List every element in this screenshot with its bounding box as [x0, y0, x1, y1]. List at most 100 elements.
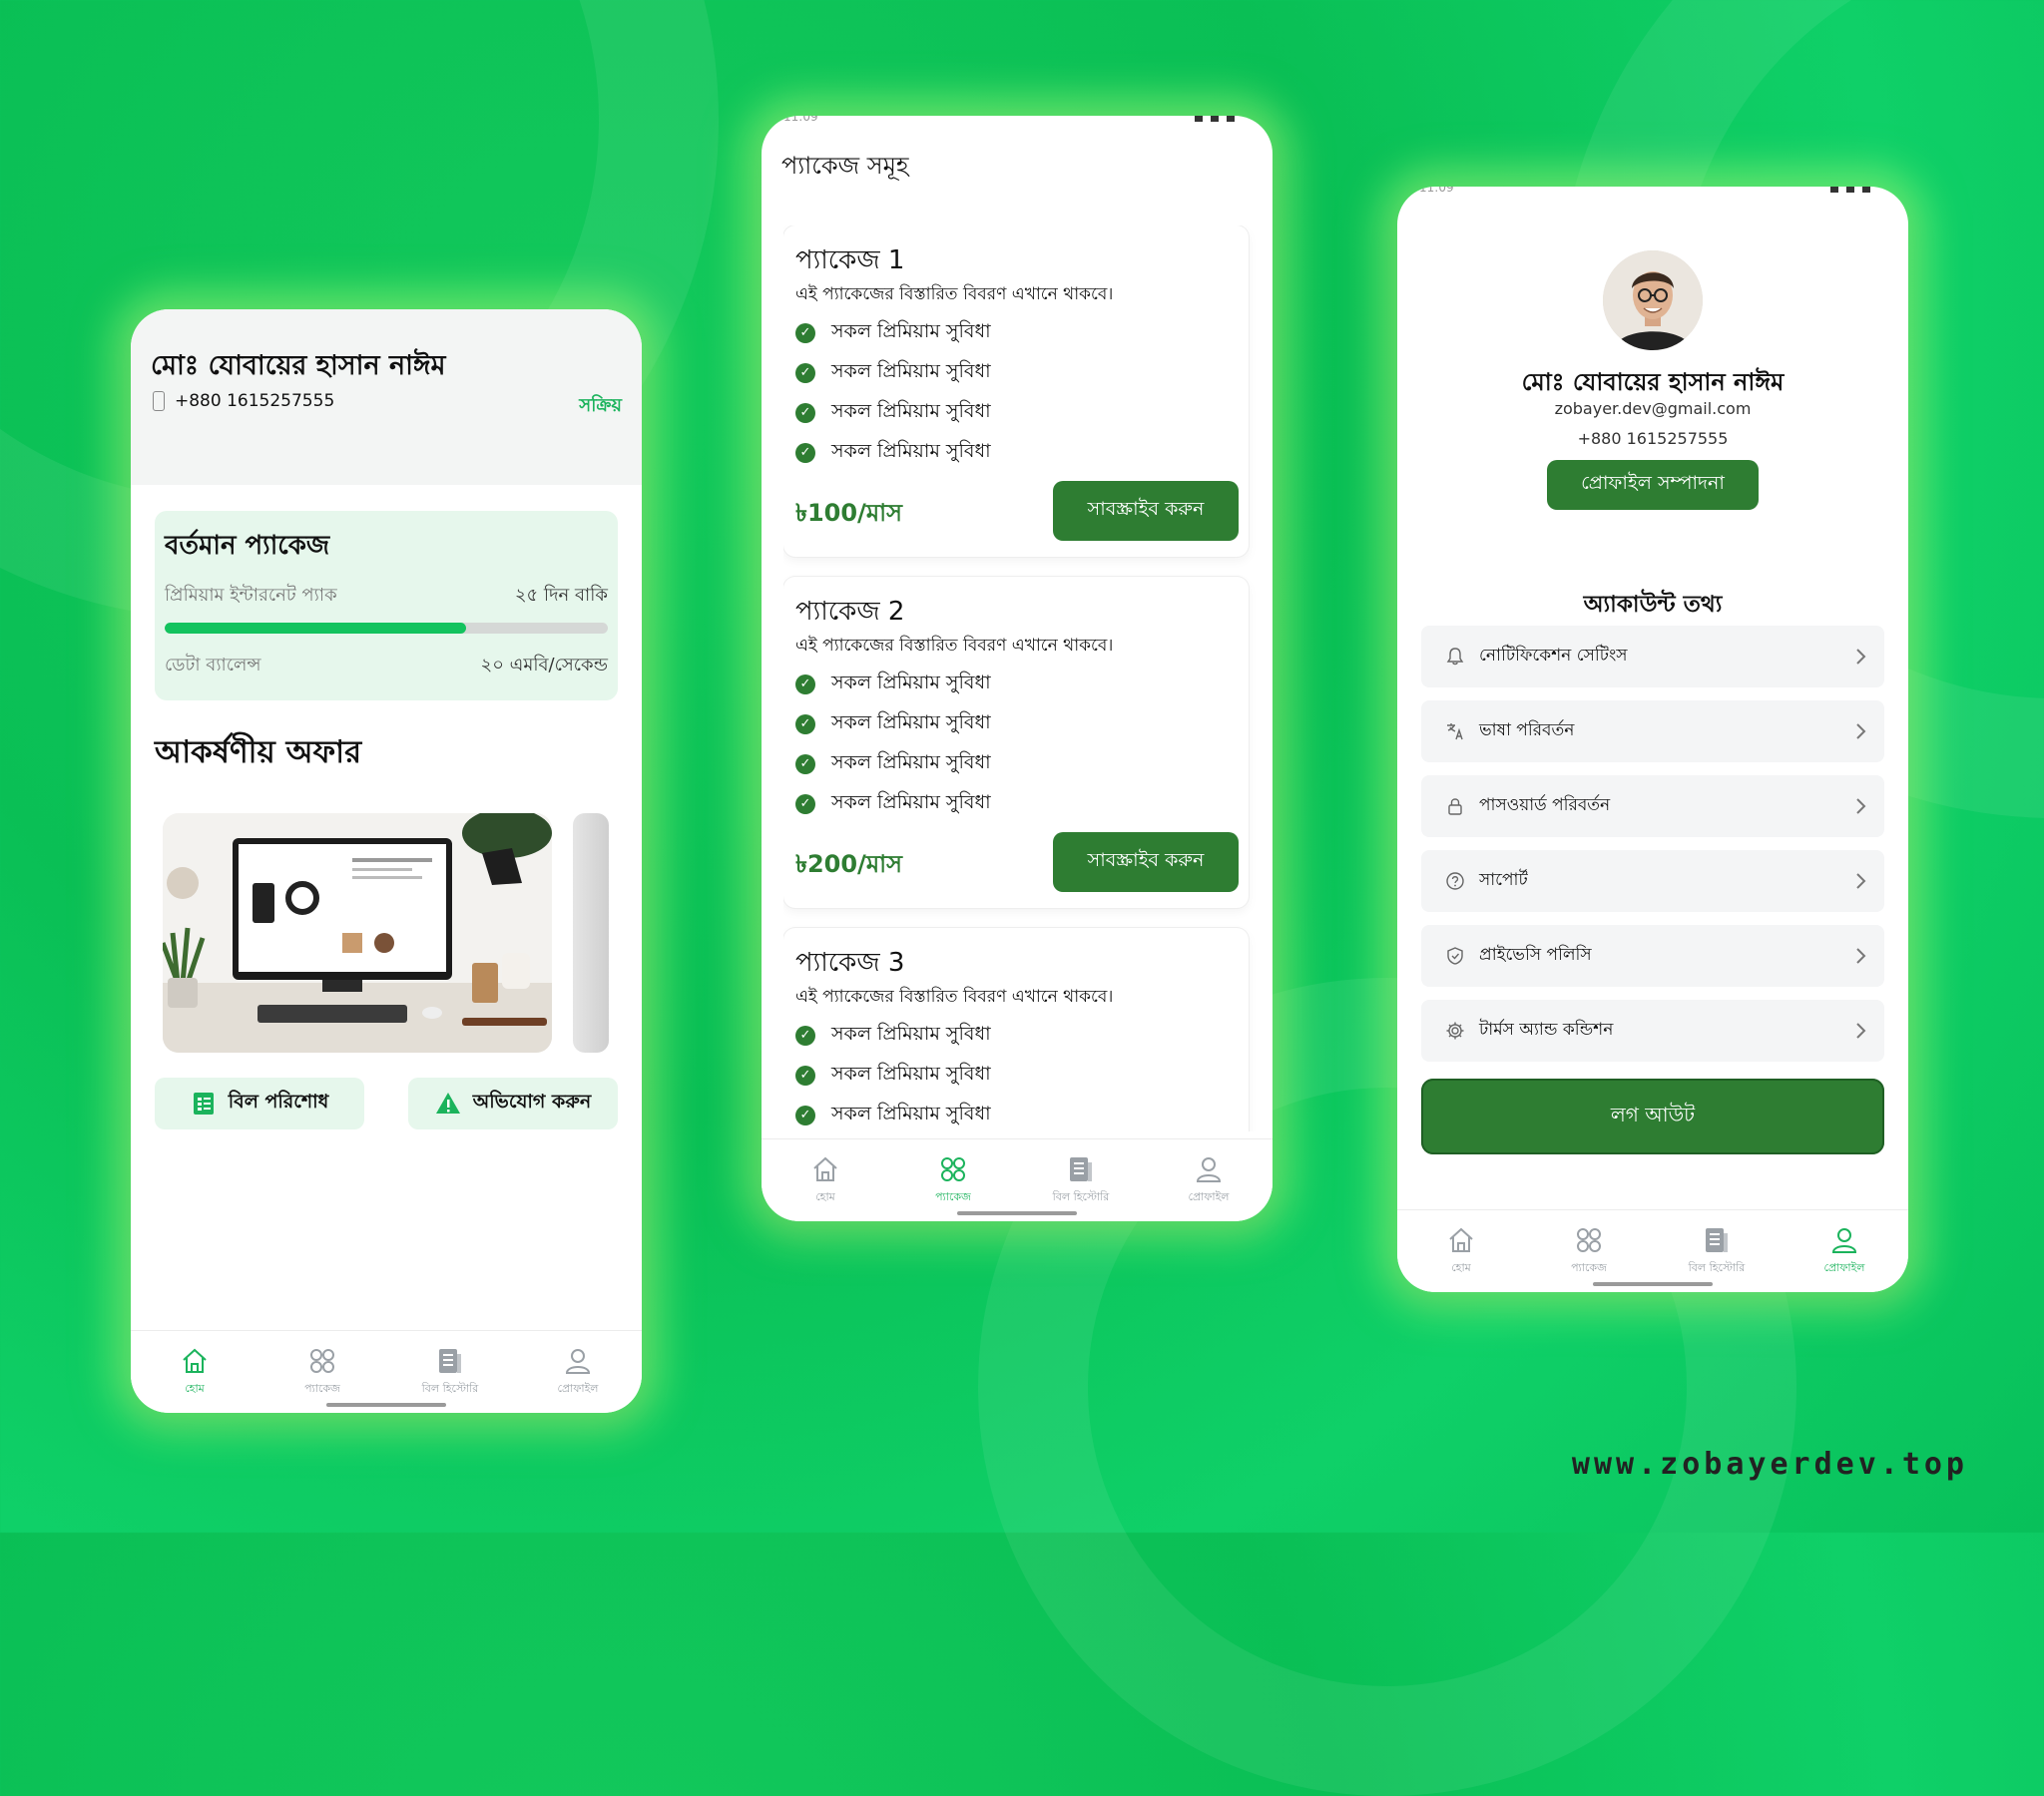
profile-icon: [1196, 1156, 1222, 1182]
feature-label: সকল প্রিমিয়াম সুবিধা: [831, 751, 991, 773]
nav-profile[interactable]: প্রোফাইল: [1145, 1139, 1273, 1221]
home-icon: [813, 1156, 837, 1181]
pay-bill-button[interactable]: বিল পরিশোধ: [155, 1078, 364, 1129]
settings-item-label: সাপোর্ট: [1479, 870, 1528, 890]
current-package-card[interactable]: বর্তমান প্যাকেজ প্রিমিয়াম ইন্টারনেট প্য…: [155, 511, 618, 700]
nav-profile-label: প্রোফাইল: [1188, 1189, 1230, 1203]
package-card: প্যাকেজ 3 এই প্যাকেজের বিস্তারিত বিবরণ এ…: [783, 928, 1249, 1131]
help-icon: [1446, 872, 1464, 890]
receipt-icon: [439, 1348, 461, 1373]
chevron-right-icon: [1856, 798, 1866, 814]
receipt-icon: [1070, 1156, 1092, 1181]
home-icon: [1449, 1227, 1473, 1252]
feature-label: সকল প্রিমিয়াম সুবিধা: [831, 791, 991, 813]
package-name: প্যাকেজ 3: [795, 948, 905, 978]
check-icon: ✓: [795, 714, 815, 734]
user-phone: +880 1615257555: [1577, 429, 1729, 448]
status-badge: সক্রিয়: [579, 395, 622, 416]
settings-item-password[interactable]: পাসওয়ার্ড পরিবর্তন: [1421, 775, 1884, 837]
feature-label: সকল প্রিমিয়াম সুবিধা: [831, 400, 991, 422]
home-icon: [183, 1348, 207, 1373]
offer-banner-image[interactable]: [163, 813, 552, 1053]
chevron-right-icon: [1856, 948, 1866, 964]
days-left: ২৫ দিন বাকি: [514, 585, 608, 606]
nav-home[interactable]: হোম: [1397, 1210, 1525, 1292]
nav-bill-history-label: বিল হিস্টোরি: [1688, 1260, 1746, 1274]
feature-label: সকল প্রিমিয়াম সুবিধা: [831, 1063, 991, 1085]
grid-icon: [310, 1348, 334, 1373]
status-time: 11:09: [1419, 187, 1454, 195]
package-list[interactable]: প্যাকেজ 1 এই প্যাকেজের বিস্তারিত বিবরণ এ…: [783, 225, 1259, 1131]
signal-icon: [1830, 187, 1870, 193]
bill-icon: [193, 1093, 214, 1115]
chevron-right-icon: [1856, 1023, 1866, 1039]
edit-profile-button[interactable]: প্রোফাইল সম্পাদনা: [1547, 460, 1759, 510]
logout-button[interactable]: লগ আউট: [1421, 1079, 1884, 1154]
nav-profile[interactable]: প্রোফাইল: [1781, 1210, 1908, 1292]
nav-packages-label: প্যাকেজ: [304, 1381, 340, 1395]
signal-icon: [1195, 116, 1235, 122]
lock-icon: [1448, 798, 1462, 815]
check-icon: ✓: [795, 403, 815, 423]
feature-item: ✓ সকল প্রিমিয়াম সুবিধা: [795, 437, 991, 469]
profile-icon: [565, 1348, 591, 1374]
nav-packages[interactable]: প্যাকেজ: [889, 1139, 1017, 1221]
settings-item-language[interactable]: ভাষা পরিবর্তন: [1421, 700, 1884, 762]
nav-bill-history-label: বিল হিস্টোরি: [421, 1381, 479, 1395]
nav-packages[interactable]: প্যাকেজ: [1525, 1210, 1653, 1292]
avatar[interactable]: [1603, 250, 1703, 350]
nav-profile[interactable]: প্রোফাইল: [514, 1331, 642, 1413]
settings-item-label: টার্মস অ্যান্ড কন্ডিশন: [1479, 1020, 1614, 1040]
complaint-label: অভিযোগ করুন: [472, 1091, 592, 1113]
packages-screen: 11:09 প্যাকেজ সমূহ প্যাকেজ 1 এই প্যাকেজে…: [762, 116, 1273, 1221]
account-info-title: অ্যাকাউন্ট তথ্য: [1583, 592, 1723, 618]
subscribe-button[interactable]: সাবস্ক্রাইব করুন: [1053, 481, 1239, 541]
package-name: প্যাকেজ 1: [795, 245, 905, 275]
offers-title: আকর্ষণীয় অফার: [155, 734, 362, 770]
nav-packages[interactable]: প্যাকেজ: [258, 1331, 386, 1413]
feature-item: ✓ সকল প্রিমিয়াম সুবিধা: [795, 1060, 991, 1092]
nav-home-label: হোম: [185, 1381, 205, 1395]
user-email: zobayer.dev@gmail.com: [1554, 399, 1752, 418]
settings-item-support[interactable]: সাপোর্ট: [1421, 850, 1884, 912]
feature-item: ✓ সকল প্রিমিয়াম সুবিধা: [795, 317, 991, 349]
feature-item: ✓ সকল প্রিমিয়াম সুবিধা: [795, 788, 991, 820]
check-icon: ✓: [795, 754, 815, 774]
feature-item: ✓ সকল প্রিমিয়াম সুবিধা: [795, 669, 991, 700]
chevron-right-icon: [1856, 723, 1866, 739]
warning-icon: [435, 1093, 460, 1114]
nav-bill-history[interactable]: বিল হিস্টোরি: [386, 1331, 514, 1413]
nav-home[interactable]: হোম: [762, 1139, 889, 1221]
phone-icon: [153, 391, 165, 411]
package-name: প্রিমিয়াম ইন্টারনেট প্যাক: [165, 585, 337, 606]
grid-icon: [1577, 1227, 1601, 1252]
feature-label: সকল প্রিমিয়াম সুবিধা: [831, 440, 991, 462]
translate-icon: [1447, 723, 1463, 740]
settings-item-notifications[interactable]: নোটিফিকেশন সেটিংস: [1421, 626, 1884, 687]
bell-icon: [1446, 648, 1464, 666]
feature-label: সকল প্রিমিয়াম সুবিধা: [831, 360, 991, 382]
home-indicator: [1593, 1282, 1713, 1286]
package-progress-fill: [165, 623, 466, 634]
nav-bill-history[interactable]: বিল হিস্টোরি: [1017, 1139, 1145, 1221]
check-icon: ✓: [795, 363, 815, 383]
shield-icon: [1447, 947, 1463, 965]
settings-item-terms[interactable]: টার্মস অ্যান্ড কন্ডিশন: [1421, 1000, 1884, 1062]
user-phone: +880 1615257555: [153, 391, 334, 411]
check-icon: ✓: [795, 1026, 815, 1046]
bottom-nav: হোম প্যাকেজ বিল হিস্টোরি প্রোফাইল: [131, 1330, 642, 1413]
bottom-nav: হোম প্যাকেজ বিল হিস্টোরি প্রোফাইল: [1397, 1209, 1908, 1292]
nav-bill-history[interactable]: বিল হিস্টোরি: [1653, 1210, 1781, 1292]
balance-label: ডেটা ব্যালেন্স: [165, 655, 261, 675]
complaint-button[interactable]: অভিযোগ করুন: [408, 1078, 618, 1129]
subscribe-button[interactable]: সাবস্ক্রাইব করুন: [1053, 832, 1239, 892]
status-time: 11:09: [783, 116, 818, 124]
settings-item-label: প্রাইভেসি পলিসি: [1479, 945, 1592, 965]
offer-banner-next[interactable]: [573, 813, 609, 1053]
feature-item: ✓ সকল প্রিমিয়াম সুবিধা: [795, 357, 991, 389]
settings-item-privacy[interactable]: প্রাইভেসি পলিসি: [1421, 925, 1884, 987]
package-card: প্যাকেজ 2 এই প্যাকেজের বিস্তারিত বিবরণ এ…: [783, 577, 1249, 908]
feature-label: সকল প্রিমিয়াম সুবিধা: [831, 1023, 991, 1045]
grid-icon: [941, 1156, 965, 1181]
nav-home[interactable]: হোম: [131, 1331, 258, 1413]
